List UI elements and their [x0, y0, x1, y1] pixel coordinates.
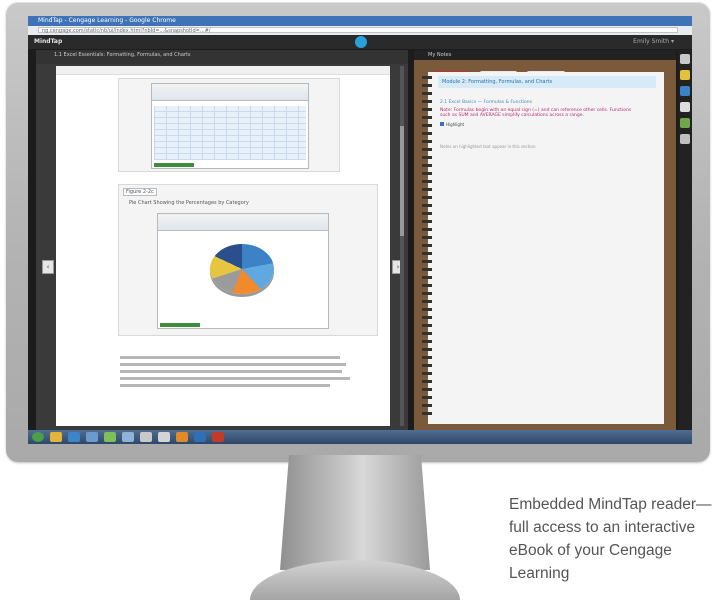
paragraph-line [120, 356, 340, 359]
highlighted-note[interactable]: Note: Formulas begin with an equal sign … [440, 108, 640, 118]
app-icon[interactable] [140, 432, 152, 442]
note-section-link[interactable]: 2.1 Excel Basics — Formulas & Functions [440, 100, 532, 105]
sheet-tab [160, 323, 200, 327]
notes-footer-text: Notes on highlighted text appear in this… [440, 144, 537, 149]
search-icon[interactable] [680, 54, 690, 64]
monitor-stand-neck [280, 455, 430, 570]
pie-chart [210, 244, 274, 294]
app-icon[interactable] [122, 432, 134, 442]
paragraph-line [120, 384, 330, 387]
acrobat-icon[interactable] [212, 432, 224, 442]
notes-header: My Notes [414, 50, 676, 60]
scroll-thumb[interactable] [400, 126, 404, 236]
rss-icon[interactable] [680, 118, 690, 128]
windows-taskbar [28, 430, 692, 444]
paragraph-line [120, 377, 350, 380]
previous-page-arrow[interactable]: ‹ [42, 260, 54, 274]
settings-icon[interactable] [680, 134, 690, 144]
notes-pane: My Notes Notebook My Notes Highlights Mo… [414, 50, 676, 430]
caption-text: Embedded MindTap reader—full access to a… [509, 496, 712, 582]
highlight-button[interactable]: Highlight [440, 122, 464, 127]
window-title: MindTap - Cengage Learning - Google Chro… [38, 17, 176, 24]
notes-icon[interactable] [680, 70, 690, 80]
app-dock [678, 50, 692, 430]
media-icon[interactable] [86, 432, 98, 442]
ebook-page[interactable]: Figure 2-2c Pie Chart Showing the Percen… [56, 66, 390, 426]
figure-1 [118, 78, 340, 172]
ebook-toolbar [56, 66, 390, 75]
spreadsheet-grid [154, 106, 306, 160]
flashcards-icon[interactable] [680, 86, 690, 96]
notebook-title: Module 2: Formatting, Formulas, and Char… [438, 76, 656, 88]
app-launcher-icon[interactable] [355, 36, 367, 48]
spreadsheet-image [151, 83, 309, 169]
dictionary-icon[interactable] [680, 102, 690, 112]
ebook-pane: 1.1 Excel Essentials: Formatting, Formul… [36, 50, 408, 430]
monitor-screen: MindTap - Cengage Learning - Google Chro… [28, 16, 692, 444]
sheet-tab [154, 163, 194, 167]
excel-ribbon [158, 214, 328, 231]
ebook-title: 1.1 Excel Essentials: Formatting, Formul… [54, 52, 191, 58]
browser-icon[interactable] [68, 432, 80, 442]
browser-title-bar: MindTap - Cengage Learning - Google Chro… [28, 16, 692, 26]
app-header: MindTap Emily Smith ▾ [28, 35, 692, 49]
excel-ribbon [152, 84, 308, 101]
app-icon[interactable] [104, 432, 116, 442]
highlight-icon [440, 122, 444, 126]
spiral-binding [422, 76, 432, 420]
chrome-icon[interactable] [176, 432, 188, 442]
ebook-header: 1.1 Excel Essentials: Formatting, Formul… [36, 50, 408, 64]
notes-header-title: My Notes [428, 52, 452, 58]
notebook-page: Module 2: Formatting, Formulas, and Char… [422, 72, 664, 424]
paragraph-line [120, 363, 346, 366]
mindtap-logo[interactable]: MindTap [34, 38, 62, 45]
explorer-icon[interactable] [50, 432, 62, 442]
figure-caption: Pie Chart Showing the Percentages by Cat… [129, 200, 249, 206]
user-menu[interactable]: Emily Smith ▾ [633, 38, 674, 45]
ebook-scrollbar[interactable] [400, 66, 404, 426]
paragraph-line [120, 370, 342, 373]
figure-2: Figure 2-2c Pie Chart Showing the Percen… [118, 184, 378, 336]
start-button-icon[interactable] [32, 432, 44, 442]
word-icon[interactable] [194, 432, 206, 442]
figure-label: Figure 2-2c [123, 188, 157, 196]
chart-spreadsheet-image [157, 213, 329, 329]
system-tray [518, 433, 688, 441]
notes-tabs: Notebook My Notes Highlights [432, 62, 569, 80]
url-field[interactable]: ng.cengage.com/static/nb/ui/index.html?n… [38, 27, 678, 34]
app-icon[interactable] [158, 432, 170, 442]
highlight-button-label: Highlight [446, 122, 465, 127]
